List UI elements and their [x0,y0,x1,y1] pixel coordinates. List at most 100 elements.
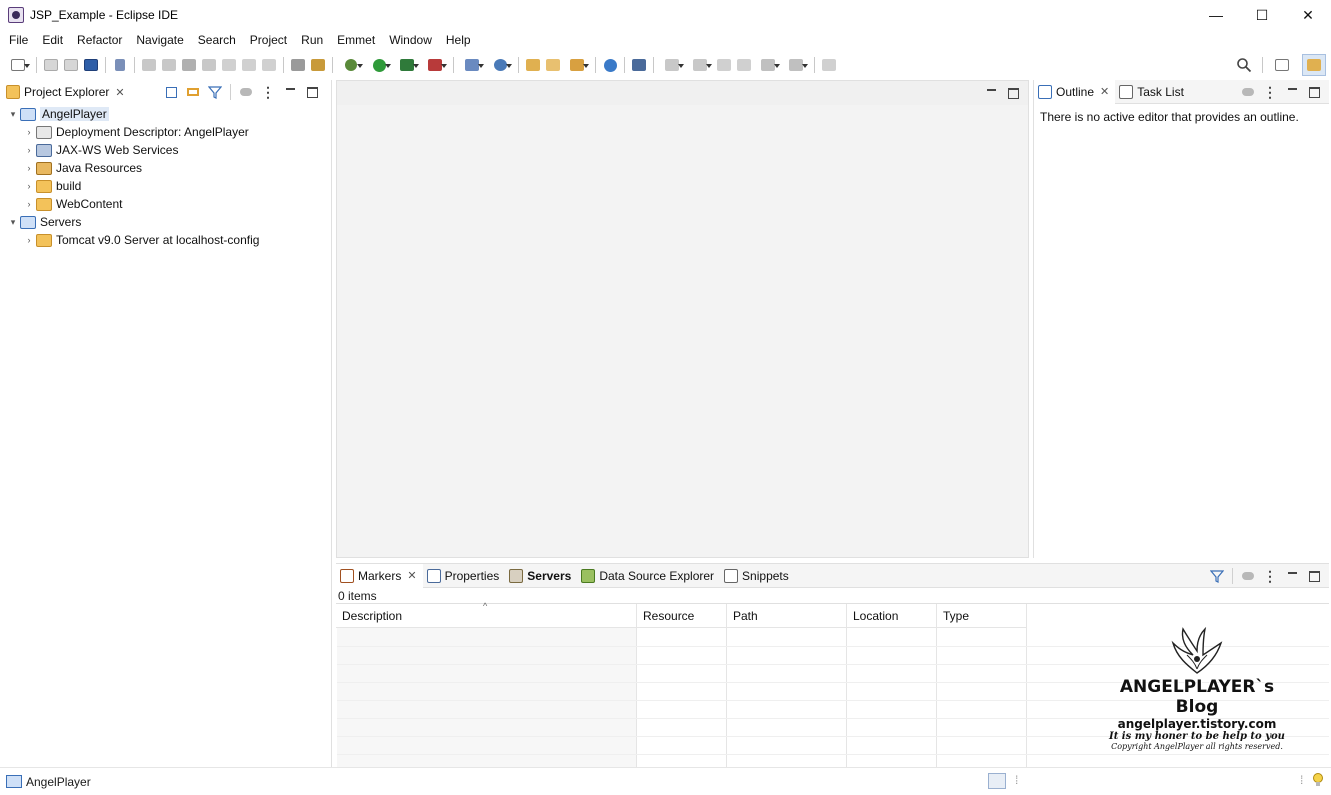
forward-icon[interactable] [782,55,810,75]
save-icon[interactable] [41,55,61,75]
close-icon[interactable]: ✕ [407,569,416,582]
tab-servers[interactable]: Servers [505,564,577,588]
maximize-view-button[interactable] [303,83,321,101]
chevron-right-icon[interactable]: › [22,161,36,175]
menu-navigate[interactable]: Navigate [129,30,190,51]
tab-markers[interactable]: Markers ✕ [336,563,423,588]
link-with-editor-icon[interactable] [184,83,202,101]
tree-item-java-resources[interactable]: › Java Resources [22,159,143,177]
search-icon[interactable] [1234,55,1254,75]
open-web-browser-icon[interactable] [600,55,620,75]
tab-snippets[interactable]: Snippets [720,564,795,588]
menu-help[interactable]: Help [439,30,478,51]
chevron-down-icon[interactable]: ▾ [6,107,20,121]
close-icon[interactable]: ✕ [115,86,124,99]
menu-search[interactable]: Search [191,30,243,51]
tab-task-list[interactable]: Task List [1115,80,1190,104]
maximize-button[interactable]: ☐ [1239,0,1285,30]
open-task-icon[interactable] [543,55,563,75]
last-edit-forward-icon[interactable] [734,55,754,75]
minimize-editor-button[interactable] [982,84,1000,102]
focus-icon[interactable] [1239,83,1257,101]
menu-refactor[interactable]: Refactor [70,30,129,51]
java-ee-perspective-icon[interactable] [1302,54,1326,76]
menu-file[interactable]: File [2,30,35,51]
maximize-editor-button[interactable] [1004,84,1022,102]
chevron-right-icon[interactable]: › [22,233,36,247]
search-tool-icon[interactable] [563,55,591,75]
minimize-view-button[interactable] [1283,567,1301,585]
tab-project-explorer[interactable]: Project Explorer ✕ [2,80,131,104]
tree-item-webcontent[interactable]: › WebContent [22,195,123,213]
step-return-icon[interactable] [259,55,279,75]
memory-monitor-icon[interactable] [988,773,1006,789]
tree-item-servers[interactable]: ▾ Servers [6,213,82,231]
skip-breakpoints-icon[interactable] [110,55,130,75]
minimize-button[interactable]: — [1193,0,1239,30]
chevron-down-icon[interactable]: ▾ [6,215,20,229]
minimize-view-button[interactable] [281,83,299,101]
collapse-all-icon[interactable] [162,83,180,101]
chevron-right-icon[interactable]: › [22,179,36,193]
view-menu-icon[interactable]: ⋮ [1261,83,1279,101]
run-icon[interactable] [365,55,393,75]
disconnect-icon[interactable] [199,55,219,75]
last-edit-location-icon[interactable] [714,55,734,75]
terminate-icon[interactable] [179,55,199,75]
new-server-icon[interactable] [458,55,486,75]
tree-item-jaxws-web-services[interactable]: › JAX-WS Web Services [22,141,179,159]
deploy-icon[interactable] [629,55,649,75]
menu-run[interactable]: Run [294,30,330,51]
terminal-icon[interactable] [81,55,101,75]
debug-icon[interactable] [337,55,365,75]
open-type-icon[interactable] [523,55,543,75]
save-all-icon[interactable] [61,55,81,75]
tab-properties[interactable]: Properties [423,564,506,588]
next-annotation-icon[interactable] [658,55,686,75]
tree-item-build[interactable]: › build [22,177,82,195]
menu-window[interactable]: Window [382,30,439,51]
run-external-tools-icon[interactable] [421,55,449,75]
column-description[interactable]: Description ^ [336,601,637,628]
column-type[interactable]: Type [937,604,1027,628]
focus-icon[interactable] [237,83,255,101]
new-java-class-icon[interactable] [486,55,514,75]
column-resource[interactable]: Resource [637,604,727,628]
close-icon[interactable]: ✕ [1100,85,1109,98]
view-menu-icon[interactable]: ⋮ [259,83,277,101]
lightbulb-icon[interactable] [1312,772,1324,788]
close-window-button[interactable]: ✕ [1285,0,1331,30]
use-step-filters-icon[interactable] [288,55,308,75]
resume-icon[interactable] [139,55,159,75]
suspend-icon[interactable] [159,55,179,75]
tree-item-deployment-descriptor[interactable]: › Deployment Descriptor: AngelPlayer [22,123,249,141]
chevron-right-icon[interactable]: › [22,143,36,157]
tab-outline[interactable]: Outline ✕ [1034,79,1116,104]
column-location[interactable]: Location [847,604,937,628]
new-icon[interactable] [4,55,32,75]
back-icon[interactable] [754,55,782,75]
previous-annotation-icon[interactable] [686,55,714,75]
tree-item-angelplayer[interactable]: ▾ AngelPlayer [6,105,109,123]
menu-edit[interactable]: Edit [35,30,70,51]
open-perspective-icon[interactable] [1272,55,1292,75]
column-path[interactable]: Path [727,604,847,628]
view-menu-icon[interactable]: ⋮ [1261,567,1279,585]
tree-item-tomcat-config[interactable]: › Tomcat v9.0 Server at localhost-config [22,231,260,249]
filter-icon[interactable] [206,83,224,101]
menu-project[interactable]: Project [243,30,294,51]
step-over-icon[interactable] [239,55,259,75]
maximize-view-button[interactable] [1305,83,1323,101]
chevron-right-icon[interactable]: › [22,125,36,139]
chevron-right-icon[interactable]: › [22,197,36,211]
coverage-icon[interactable] [393,55,421,75]
focus-icon[interactable] [1239,567,1257,585]
step-into-icon[interactable] [219,55,239,75]
menu-emmet[interactable]: Emmet [330,30,382,51]
toggle-breakpoint-icon[interactable] [308,55,328,75]
filter-icon[interactable] [1208,567,1226,585]
tab-data-source-explorer[interactable]: Data Source Explorer [577,564,720,588]
pin-editor-icon[interactable] [819,55,839,75]
minimize-view-button[interactable] [1283,83,1301,101]
maximize-view-button[interactable] [1305,567,1323,585]
